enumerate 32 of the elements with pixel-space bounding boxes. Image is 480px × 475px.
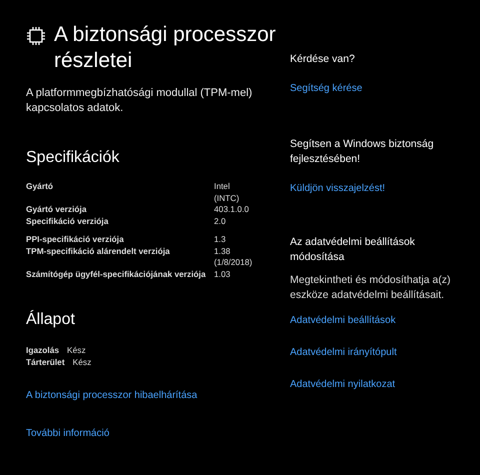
page-description: A platformmegbízhatósági modullal (TPM-mel) kapcsolatos adatok. [26,86,254,116]
link[interactable]: A biztonsági processzor hibaelhárítása [26,388,198,404]
section-heading: Specifikációk [26,148,120,168]
spec-label: Számítógép ügyfél-specifikációjának verziója [26,268,207,280]
spec-value: 2.0 [214,216,226,228]
spec-label: TPM-specifikáció alárendelt verziója [26,246,171,258]
link[interactable]: Adatvédelmi irányítópult [290,345,397,360]
link[interactable]: További információ [26,426,110,442]
status-label: Tárterület [26,356,65,368]
link[interactable]: Segítség kérése [290,81,362,96]
link[interactable]: Küldjön visszajelzést! [290,181,386,196]
status-value: Kész [67,345,86,357]
status-label: Igazolás [26,345,60,357]
status-value: Kész [72,356,92,368]
chip-icon [26,26,46,46]
section-heading: Állapot [26,310,76,330]
sidebar-heading: Az adatvédelmi beállítások módosítása [290,235,416,265]
sidebar-heading: Kérdése van? [290,52,356,67]
sidebar-heading: Segítsen a Windows biztonság fejlesztésében! [290,137,435,167]
spec-label: PPI-specifikáció verziója [26,234,125,246]
spec-value: 1.03 [214,268,230,280]
sidebar-text: Megtekintheti és módosíthatja a(z) eszköze adatvédelmi beállításait. [290,273,452,303]
link[interactable]: Adatvédelmi beállítások [290,313,396,328]
spec-label: Gyártó [26,181,54,194]
page-title: A biztonsági processzor részletei [54,22,277,74]
spec-value: 1.38 (1/8/2018) [214,246,252,269]
spec-label: Gyártó verziója [26,204,88,216]
spec-value: Intel (INTC) [214,181,240,204]
spec-value: 1.3 [214,234,226,246]
spec-value: 403.1.0.0 [214,204,249,216]
spec-label: Specifikáció verziója [26,216,110,228]
link[interactable]: Adatvédelmi nyilatkozat [290,377,396,392]
